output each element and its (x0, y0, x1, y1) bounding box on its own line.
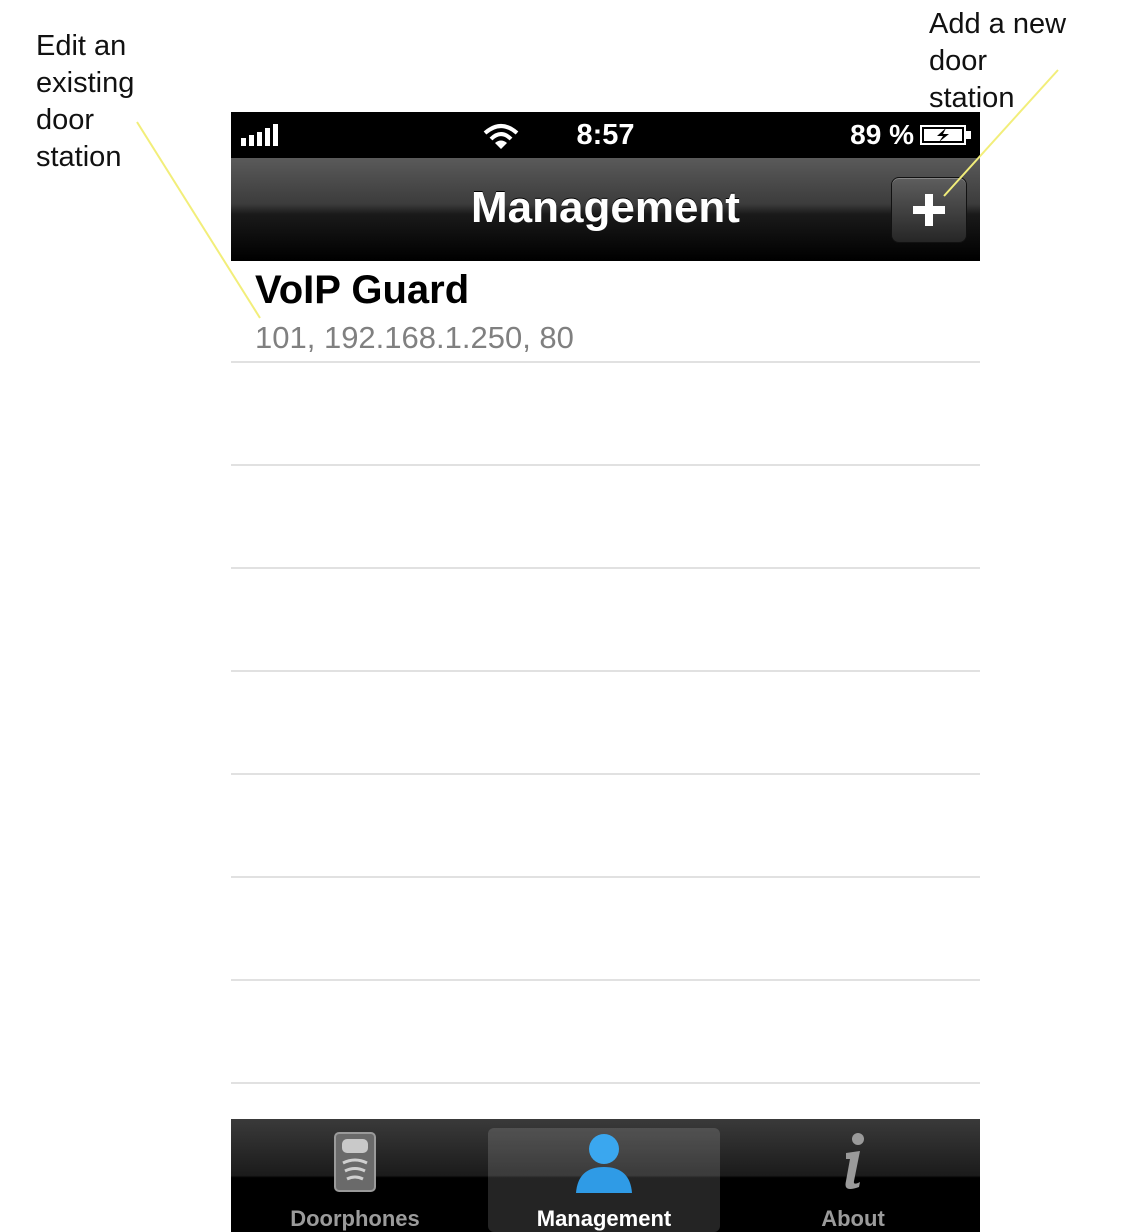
station-details: 101, 192.168.1.250, 80 (255, 320, 574, 355)
annotation-line: door (36, 104, 95, 136)
tab-label: Doorphones (290, 1206, 420, 1231)
tab-label: About (821, 1206, 885, 1231)
page-title: Management (471, 183, 740, 232)
plus-icon (913, 194, 945, 226)
empty-row (231, 466, 980, 569)
info-icon (845, 1133, 864, 1189)
tab-bar: Doorphones Management About (231, 1119, 980, 1232)
door-station-list: VoIP Guard 101, 192.168.1.250, 80 (231, 260, 980, 1084)
annotation-line: Edit an (36, 30, 127, 62)
annotation-add-station: Add a new door station (929, 6, 1066, 117)
status-bar: 8:57 89 % (231, 112, 980, 158)
empty-row (231, 878, 980, 981)
person-icon (576, 1134, 632, 1193)
add-door-station-button[interactable] (891, 177, 967, 243)
empty-row (231, 981, 980, 1084)
list-item[interactable]: VoIP Guard 101, 192.168.1.250, 80 (231, 260, 980, 363)
station-name: VoIP Guard (255, 268, 470, 312)
tab-doorphones[interactable]: Doorphones (237, 1119, 473, 1232)
annotation-line: door (929, 45, 988, 77)
tab-management[interactable]: Management (486, 1119, 722, 1232)
battery-percent: 89 % (850, 119, 914, 150)
empty-row (231, 775, 980, 878)
doorphone-icon (334, 1132, 376, 1192)
empty-row (231, 672, 980, 775)
annotation-line: Add a new (929, 8, 1067, 40)
empty-row (231, 363, 980, 466)
navigation-bar: Management (231, 158, 980, 261)
annotation-line: station (36, 141, 122, 173)
tab-label: Management (536, 1206, 672, 1231)
tab-about[interactable]: About (735, 1119, 971, 1232)
annotation-edit-station: Edit an existing door station (36, 28, 134, 176)
annotation-line: existing (36, 67, 135, 99)
phone-screen: 8:57 89 % Management VoIP Guard 101, 192… (231, 112, 980, 1232)
battery-charging-icon (920, 125, 971, 145)
empty-row (231, 569, 980, 672)
